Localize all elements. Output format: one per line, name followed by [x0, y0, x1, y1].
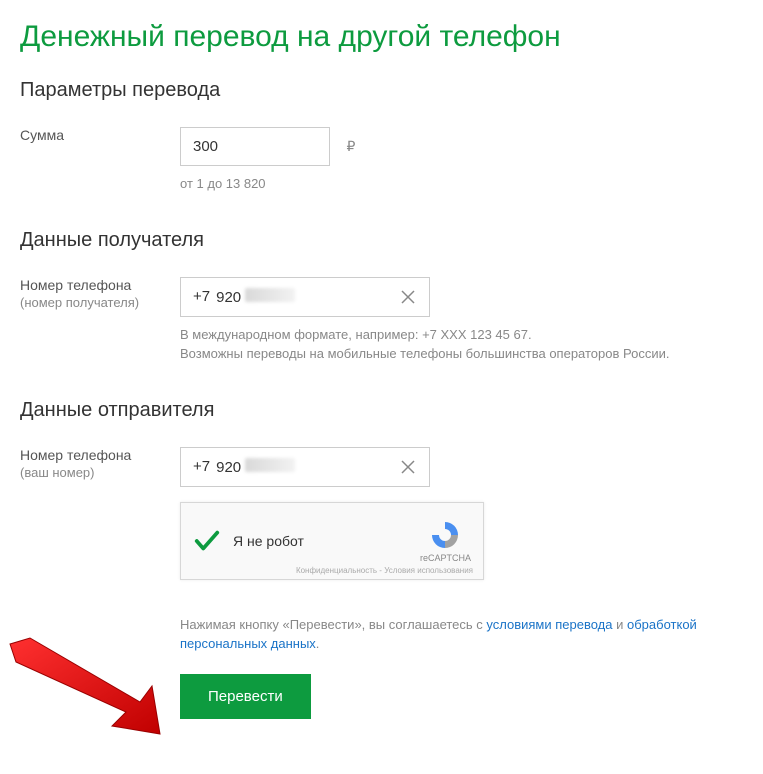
clear-icon[interactable]	[395, 454, 421, 480]
page-title: Денежный перевод на другой телефон	[20, 20, 743, 54]
label-recipient-phone: Номер телефона	[20, 277, 180, 293]
recaptcha-widget[interactable]: Я не робот reCAPTCHA Конфиденциальность …	[180, 502, 484, 580]
blurred-digits	[245, 458, 295, 472]
recipient-phone-prefix: +7	[193, 278, 216, 315]
submit-button[interactable]: Перевести	[180, 674, 311, 719]
label-amount: Сумма	[20, 127, 180, 143]
recipient-phone-input[interactable]: 920	[216, 278, 395, 316]
consent-text: Нажимая кнопку «Перевести», вы соглашает…	[180, 615, 743, 654]
recaptcha-logo: reCAPTCHA	[420, 519, 471, 563]
section-recipient: Данные получателя Номер телефона (номер …	[20, 229, 743, 364]
currency-symbol: ₽	[346, 138, 355, 154]
sublabel-recipient-phone: (номер получателя)	[20, 295, 180, 310]
amount-input[interactable]	[180, 127, 330, 166]
section-sender: Данные отправителя Номер телефона (ваш н…	[20, 399, 743, 719]
clear-icon[interactable]	[395, 284, 421, 310]
blurred-digits	[245, 288, 295, 302]
sublabel-sender-phone: (ваш номер)	[20, 465, 180, 480]
amount-hint: от 1 до 13 820	[180, 174, 743, 194]
heading-sender: Данные отправителя	[20, 399, 743, 422]
heading-recipient: Данные получателя	[20, 229, 743, 252]
recaptcha-label: Я не робот	[233, 533, 304, 549]
label-sender-phone: Номер телефона	[20, 447, 180, 463]
link-terms[interactable]: условиями перевода	[486, 617, 612, 632]
recaptcha-checkmark-icon	[193, 527, 221, 555]
recipient-phone-field[interactable]: +7 920	[180, 277, 430, 317]
recaptcha-terms: Конфиденциальность - Условия использован…	[296, 566, 473, 575]
section-params: Параметры перевода Сумма ₽ от 1 до 13 82…	[20, 79, 743, 194]
recipient-phone-hint: В международном формате, например: +7 XX…	[180, 325, 743, 364]
heading-params: Параметры перевода	[20, 79, 743, 102]
sender-phone-input[interactable]: 920	[216, 448, 395, 486]
sender-phone-prefix: +7	[193, 448, 216, 485]
sender-phone-field[interactable]: +7 920	[180, 447, 430, 487]
